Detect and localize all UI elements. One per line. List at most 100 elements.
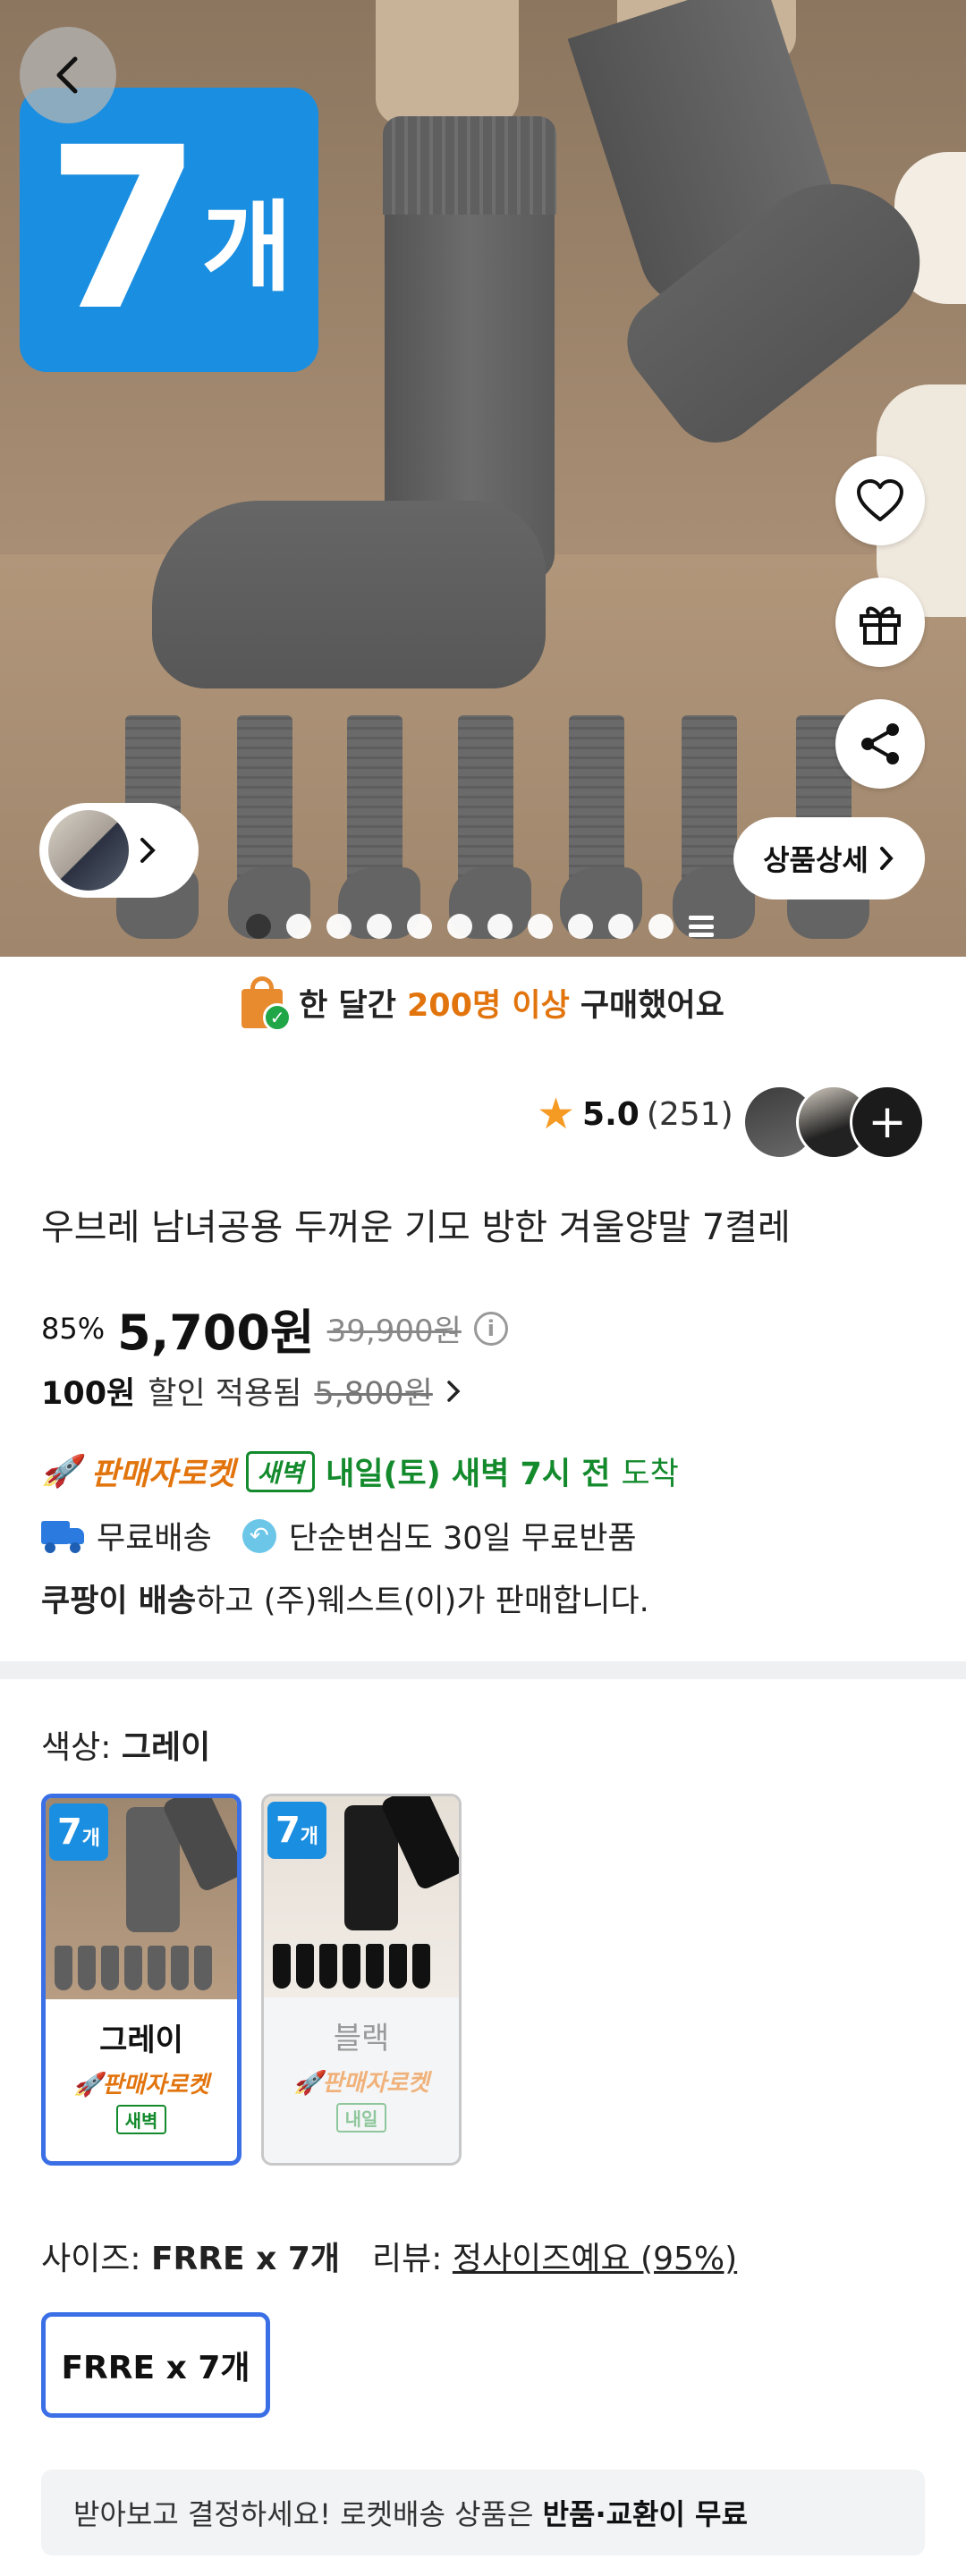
- size-review-link[interactable]: 정사이즈예요 (95%): [453, 2241, 737, 2277]
- quantity-badge-number: 7: [46, 99, 201, 359]
- wishlist-button[interactable]: [835, 456, 925, 545]
- carousel-indicator: [246, 914, 714, 939]
- color-selected: 그레이: [121, 1729, 211, 1766]
- return-banner-bold: 반품·교환이 무료: [542, 2497, 748, 2531]
- carousel-dot[interactable]: [487, 914, 513, 939]
- share-icon: [861, 723, 899, 764]
- carousel-dot[interactable]: [326, 914, 352, 939]
- color-label-text: 색상:: [41, 1729, 112, 1766]
- rocket-icon: 🚀: [41, 1454, 80, 1490]
- size-option-button[interactable]: FRRE x 7개: [41, 2312, 270, 2418]
- shopping-bag-icon: ✓: [242, 976, 292, 1032]
- option-rocket: 🚀판매자로켓: [73, 2072, 209, 2099]
- free-shipping: 무료배송: [97, 1521, 212, 1557]
- image-sock: [152, 501, 546, 688]
- size-row: 사이즈: FRRE x 7개 리뷰: 정사이즈예요 (95%): [41, 2233, 737, 2279]
- carousel-dot[interactable]: [447, 914, 472, 939]
- image-mini-sock: [449, 715, 531, 939]
- original-price: 39,900원: [326, 1313, 462, 1349]
- carousel-dot[interactable]: [608, 914, 633, 939]
- size-label-group: 사이즈: FRRE x 7개: [41, 2233, 340, 2279]
- arrival-time: 내일(토) 새벽 7시 전: [326, 1457, 611, 1492]
- option-image: 7개: [264, 1796, 459, 1997]
- carousel-dot[interactable]: [246, 914, 271, 939]
- color-label: 색상: 그레이: [41, 1721, 210, 1768]
- gift-icon: [860, 606, 901, 645]
- option-tag: 새벽: [115, 2105, 167, 2134]
- product-detail-label: 상품상세: [763, 843, 869, 877]
- size-review-group: 리뷰: 정사이즈예요 (95%): [372, 2233, 737, 2279]
- chevron-right-icon: [447, 1380, 461, 1402]
- return-banner-text: 받아보고 결정하세요! 로켓배송 상품은: [73, 2497, 534, 2531]
- extra-discount-amount: 100원: [41, 1376, 136, 1412]
- chevron-right-icon: [140, 838, 156, 863]
- variant-thumbnails[interactable]: +: [742, 1085, 927, 1160]
- carousel-dot[interactable]: [528, 914, 553, 939]
- purchase-count-banner: ✓ 한 달간 200명 이상 구매했어요: [0, 971, 966, 1034]
- extra-discount-struck: 5,800원: [314, 1376, 433, 1412]
- product-detail-button[interactable]: 상품상세: [733, 817, 925, 899]
- carousel-more-icon: [689, 916, 714, 937]
- image-mini-sock: [228, 715, 310, 939]
- carousel-dot[interactable]: [568, 914, 593, 939]
- extra-discount-row[interactable]: 100원 할인 적용됨 5,800원: [41, 1368, 462, 1414]
- quantity-badge: 7개: [267, 1802, 326, 1859]
- image-pants: [376, 0, 519, 125]
- discount-percent: 85%: [41, 1311, 106, 1346]
- option-tag: 내일: [335, 2103, 387, 2133]
- purchase-prefix: 한 달간: [299, 987, 396, 1024]
- carousel-dot[interactable]: [407, 914, 432, 939]
- size-label: 사이즈:: [41, 2241, 141, 2277]
- carousel-dot[interactable]: [367, 914, 392, 939]
- image-mini-sock: [673, 715, 755, 939]
- share-button[interactable]: [835, 699, 925, 789]
- truck-icon: [41, 1520, 84, 1553]
- option-image: 7개: [46, 1798, 237, 1999]
- product-image-carousel[interactable]: 7 개 상품상세: [0, 0, 966, 957]
- back-button[interactable]: [20, 27, 116, 123]
- review-label: 리뷰:: [372, 2241, 443, 2277]
- image-sock-cuff: [383, 116, 556, 215]
- rating-summary[interactable]: ★ 5.0 (251): [537, 1093, 733, 1136]
- related-thumbnail: [48, 810, 129, 891]
- return-icon: ↶: [242, 1518, 276, 1553]
- rocket-brand: 판매자로켓: [90, 1457, 235, 1492]
- color-option-black[interactable]: 7개 블랙 🚀판매자로켓 내일: [261, 1794, 462, 2166]
- star-icon: ★: [537, 1089, 576, 1139]
- image-mini-socks: [273, 1944, 430, 1989]
- rating-score: 5.0: [582, 1095, 640, 1133]
- image-mini-socks: [55, 1946, 212, 1990]
- delivery-estimate: 🚀 판매자로켓 새벽 내일(토) 새벽 7시 전 도착: [41, 1448, 679, 1494]
- carousel-dot[interactable]: [286, 914, 311, 939]
- more-variants-button[interactable]: +: [850, 1085, 925, 1160]
- carousel-dot[interactable]: [648, 914, 674, 939]
- price-row: 85% 5,700원 39,900원 i: [41, 1293, 508, 1364]
- sale-price: 5,700원: [117, 1305, 315, 1361]
- option-name: 그레이: [99, 2023, 183, 2058]
- seller-info: 쿠팡이 배송하고 (주)웨스트(이)가 판매합니다.: [41, 1575, 649, 1621]
- heart-icon: [857, 479, 903, 521]
- related-thumbnail-button[interactable]: [39, 803, 199, 898]
- free-return-banner: 받아보고 결정하세요! 로켓배송 상품은 반품·교환이 무료: [41, 2470, 925, 2555]
- purchase-count: 200명 이상: [406, 987, 570, 1024]
- purchase-suffix: 구매했어요: [580, 987, 724, 1024]
- quantity-badge: 7 개: [20, 88, 318, 372]
- section-divider: [0, 1661, 966, 1679]
- seller-bold: 쿠팡이 배송: [41, 1584, 197, 1619]
- color-option-gray[interactable]: 7개 그레이 🚀판매자로켓 새벽: [41, 1794, 242, 2166]
- extra-discount-label: 할인 적용됨: [148, 1376, 302, 1412]
- image-mini-sock: [560, 715, 642, 939]
- option-rocket: 🚀판매자로켓: [293, 2070, 429, 2097]
- review-count: (251): [646, 1095, 733, 1133]
- product-title: 우브레 남녀공용 두꺼운 기모 방한 겨울양말 7켤레: [41, 1207, 791, 1248]
- arrival-suffix: 도착: [621, 1457, 679, 1492]
- info-icon[interactable]: i: [473, 1311, 508, 1346]
- option-name: 블랙: [333, 2021, 390, 2057]
- seller-rest: 하고 (주)웨스트(이)가 판매합니다.: [196, 1584, 649, 1619]
- quantity-badge-unit: 개: [201, 190, 292, 305]
- gift-button[interactable]: [835, 578, 925, 667]
- shipping-info: 무료배송 ↶ 단순변심도 30일 무료반품: [41, 1513, 637, 1558]
- chevron-right-icon: [879, 847, 894, 870]
- free-return: 단순변심도 30일 무료반품: [288, 1521, 637, 1557]
- dawn-tag: 새벽: [245, 1450, 316, 1492]
